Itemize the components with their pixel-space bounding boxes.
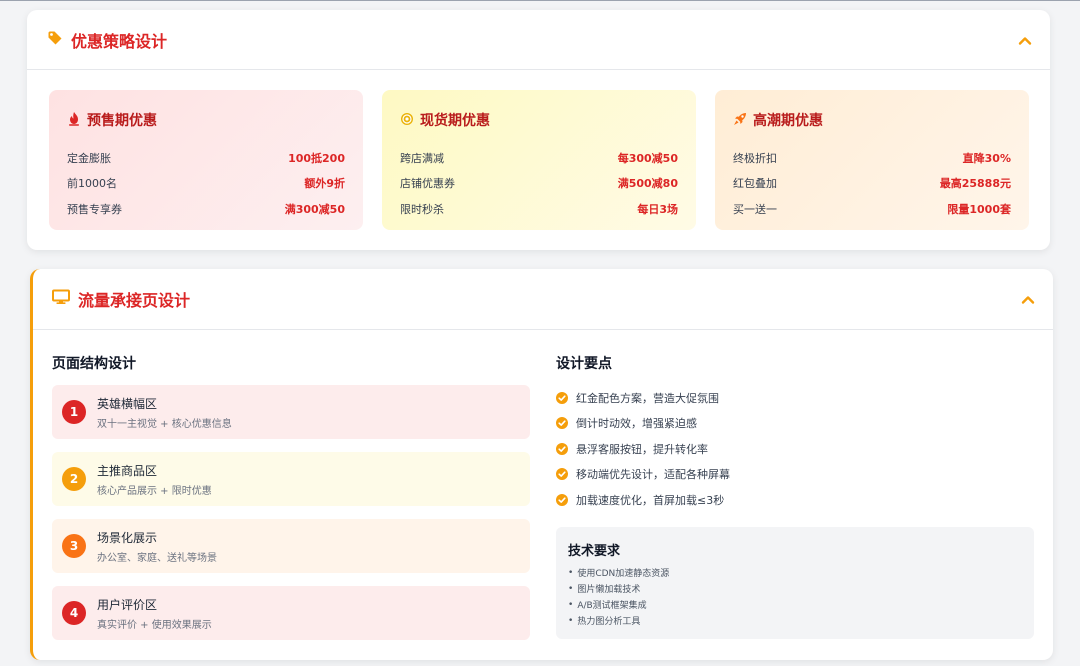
promo-item-label: 终极折扣 [733, 151, 777, 165]
tech-title: 技术要求 [568, 543, 621, 559]
promo-item-value: 直降30% [962, 151, 1011, 165]
point-text: 移动端优先设计，适配各种屏幕 [576, 468, 730, 482]
promo-card-presale: 预售期优惠 定金膨胀 100抵200 前1000名 额外9折 预售专享券 满300减5… [49, 90, 363, 230]
coin-icon [400, 111, 414, 130]
tech-item: 图片懒加载技术 [568, 581, 1022, 597]
promo-item: 限时秒杀 每日3场 [400, 196, 678, 222]
tech-item: 使用CDN加速静态资源 [568, 565, 1022, 581]
chevron-up-icon[interactable] [1021, 290, 1035, 309]
point-text: 加载速度优化，首屏加载≤3秒 [576, 493, 725, 507]
promo-item-label: 定金膨胀 [67, 151, 111, 165]
point-text: 倒计时动效，增强紧迫感 [576, 417, 697, 431]
monitor-icon [52, 289, 70, 309]
point-text: 红金配色方案，营造大促氛围 [576, 391, 719, 405]
structure-item: 2 主推商品区 核心产品展示 + 限时优惠 [52, 452, 530, 506]
promo-item-value: 满300减50 [284, 202, 345, 216]
promo-item: 定金膨胀 100抵200 [67, 145, 345, 171]
landing-header[interactable]: 流量承接页设计 [33, 269, 1053, 330]
check-circle-icon [556, 468, 568, 481]
promo-title: 预售期优惠 [87, 113, 157, 129]
point-item: 红金配色方案，营造大促氛围 [556, 385, 1034, 411]
strategy-header[interactable]: 优惠策略设计 [27, 10, 1050, 70]
tech-item: A/B测试框架集成 [568, 597, 1022, 613]
promo-item-value: 额外9折 [304, 177, 345, 191]
structure-item-name: 英雄横幅区 [97, 396, 158, 411]
step-number: 4 [62, 601, 86, 625]
promo-item-label: 预售专享券 [67, 202, 122, 216]
promo-item-label: 跨店满减 [400, 151, 444, 165]
rocket-icon [733, 111, 747, 130]
promo-item-label: 红包叠加 [733, 177, 777, 191]
promo-item-value: 每300减50 [617, 151, 678, 165]
step-number: 1 [62, 400, 86, 424]
promo-item-label: 店铺优惠券 [400, 177, 455, 191]
strategy-card: 优惠策略设计 预售期优惠 定金膨胀 100抵200 前1000名 额外9折 预售专享… [27, 10, 1050, 250]
check-circle-icon [556, 417, 568, 430]
structure-column: 页面结构设计 1 英雄横幅区 双十一主视觉 + 核心优惠信息 2 主推商品区 核… [52, 353, 530, 653]
structure-item: 1 英雄横幅区 双十一主视觉 + 核心优惠信息 [52, 385, 530, 439]
step-number: 2 [62, 467, 86, 491]
check-circle-icon [556, 391, 568, 404]
promo-card-peak: 高潮期优惠 终极折扣 直降30% 红包叠加 最高25888元 买一送一 限量1000套 [715, 90, 1029, 230]
structure-title: 页面结构设计 [52, 356, 136, 372]
promo-item: 前1000名 额外9折 [67, 171, 345, 197]
promo-item: 买一送一 限量1000套 [733, 196, 1011, 222]
points-column: 设计要点 红金配色方案，营造大促氛围 倒计时动效，增强紧迫感 悬浮客服按钮，提升… [556, 353, 1034, 639]
step-number: 3 [62, 534, 86, 558]
point-item: 倒计时动效，增强紧迫感 [556, 411, 1034, 437]
promo-title: 现货期优惠 [420, 113, 490, 129]
structure-item: 4 用户评价区 真实评价 + 使用效果展示 [52, 586, 530, 640]
point-item: 移动端优先设计，适配各种屏幕 [556, 462, 1034, 488]
tech-requirements: 技术要求 使用CDN加速静态资源 图片懒加载技术 A/B测试框架集成 热力图分析… [556, 526, 1034, 639]
tech-item: 热力图分析工具 [568, 613, 1022, 629]
points-list: 红金配色方案，营造大促氛围 倒计时动效，增强紧迫感 悬浮客服按钮，提升转化率 移… [556, 385, 1034, 513]
promo-item-value: 满500减80 [617, 177, 678, 191]
chevron-up-icon[interactable] [1018, 30, 1032, 49]
structure-item-name: 主推商品区 [97, 463, 158, 478]
promo-item: 预售专享券 满300减50 [67, 196, 345, 222]
promo-title: 高潮期优惠 [753, 113, 823, 129]
landing-title: 流量承接页设计 [78, 291, 191, 310]
promo-item-label: 买一送一 [733, 202, 777, 216]
promo-row: 预售期优惠 定金膨胀 100抵200 前1000名 额外9折 预售专享券 满300减5… [49, 90, 1029, 230]
structure-item-name: 用户评价区 [97, 597, 158, 612]
check-circle-icon [556, 442, 568, 455]
strategy-title: 优惠策略设计 [71, 31, 168, 51]
point-item: 悬浮客服按钮，提升转化率 [556, 436, 1034, 462]
points-title: 设计要点 [556, 356, 612, 372]
point-text: 悬浮客服按钮，提升转化率 [576, 442, 708, 456]
promo-item: 跨店满减 每300减50 [400, 145, 678, 171]
structure-item-name: 场景化展示 [97, 530, 158, 545]
structure-item: 3 场景化展示 办公室、家庭、送礼等场景 [52, 519, 530, 573]
structure-item-desc: 双十一主视觉 + 核心优惠信息 [97, 418, 232, 430]
promo-card-spot: 现货期优惠 跨店满减 每300减50 店铺优惠券 满500减80 限时秒杀 每日3场 [382, 90, 696, 230]
promo-item-value: 最高25888元 [939, 177, 1011, 191]
structure-item-desc: 办公室、家庭、送礼等场景 [97, 552, 217, 564]
structure-item-desc: 核心产品展示 + 限时优惠 [97, 485, 212, 497]
promo-item: 店铺优惠券 满500减80 [400, 171, 678, 197]
promo-item: 终极折扣 直降30% [733, 145, 1011, 171]
tag-icon [47, 30, 63, 50]
check-circle-icon [556, 493, 568, 506]
point-item: 加载速度优化，首屏加载≤3秒 [556, 487, 1034, 513]
promo-item-value: 100抵200 [288, 151, 345, 165]
landing-card: 流量承接页设计 页面结构设计 1 英雄横幅区 双十一主视觉 + 核心优惠信息 2… [30, 269, 1053, 660]
promo-item: 红包叠加 最高25888元 [733, 171, 1011, 197]
promo-item-value: 每日3场 [637, 202, 678, 216]
promo-item-label: 限时秒杀 [400, 202, 444, 216]
fire-icon [67, 111, 81, 130]
promo-item-label: 前1000名 [67, 177, 117, 191]
promo-item-value: 限量1000套 [947, 202, 1011, 216]
structure-item-desc: 真实评价 + 使用效果展示 [97, 619, 212, 631]
